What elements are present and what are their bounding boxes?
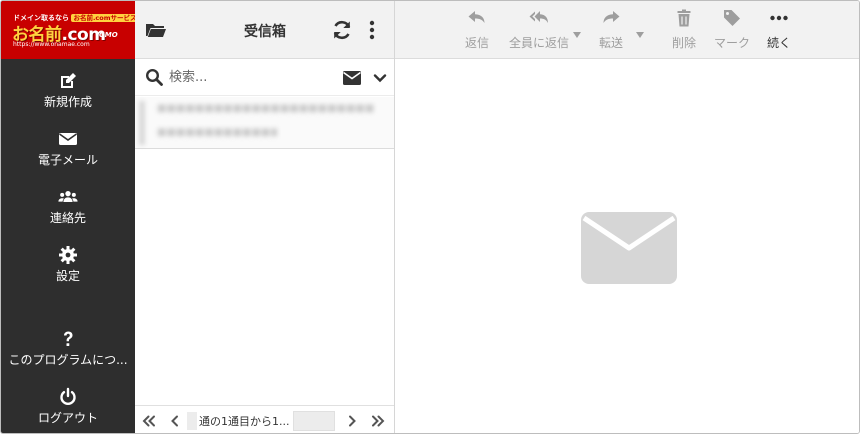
reply-all-icon bbox=[503, 9, 575, 31]
search-input[interactable] bbox=[169, 66, 329, 88]
previous-page-icon[interactable] bbox=[167, 414, 183, 428]
message-list-panel: 受信箱 ■■■■■■■■■■■■■■■■■■■■■■■■■■■ ■■■■■ bbox=[135, 1, 395, 433]
mark-button[interactable]: マーク bbox=[709, 1, 755, 59]
more-vertical-icon[interactable] bbox=[367, 19, 377, 41]
compose-icon bbox=[1, 71, 135, 93]
tag-icon bbox=[709, 9, 755, 31]
sidebar: ドメイン取るなら お名前.comサービス お名前.com https://www… bbox=[1, 1, 139, 433]
reply-button[interactable]: 返信 bbox=[459, 1, 495, 59]
folder-icon[interactable] bbox=[145, 20, 167, 40]
blurred-region: ■■■■■■■■■■■■■ bbox=[157, 127, 277, 138]
trash-icon bbox=[665, 9, 703, 31]
pager-text: 通の1通目から1... bbox=[199, 415, 290, 428]
power-icon bbox=[1, 387, 135, 409]
search-icon bbox=[145, 68, 163, 86]
blurred-region bbox=[139, 101, 145, 145]
sidebar-item-label: 設定 bbox=[55, 269, 80, 283]
gmo-logo: GMO bbox=[99, 31, 118, 39]
message-list-item[interactable]: ■■■■■■■■■■■■■■■■■■■■■■■■■■■ ■■■■■■■■■■■■… bbox=[135, 97, 394, 149]
last-page-icon[interactable] bbox=[370, 414, 386, 428]
mailbox-header: 受信箱 bbox=[135, 1, 394, 59]
message-toolbar: 返信 全員に返信 転送 削除 マーク 続く bbox=[395, 1, 859, 59]
reply-all-button[interactable]: 全員に返信 bbox=[503, 1, 575, 59]
contacts-icon bbox=[1, 187, 135, 209]
sidebar-item-label: 電子メール bbox=[37, 153, 98, 167]
forward-icon bbox=[593, 9, 629, 31]
sidebar-item-label: 新規作成 bbox=[43, 95, 92, 109]
blurred-region bbox=[187, 412, 197, 430]
sidebar-item-about[interactable]: このプログラムにつ... bbox=[1, 321, 135, 377]
sidebar-item-settings[interactable]: 設定 bbox=[1, 237, 135, 293]
blurred-region: ■■■■■■■■■■■■■■■■■■■■■■■■■■■ bbox=[157, 103, 375, 114]
more-horizontal-icon bbox=[761, 9, 797, 31]
refresh-icon[interactable] bbox=[331, 19, 353, 41]
reply-icon bbox=[459, 9, 495, 31]
search-bar bbox=[135, 60, 394, 96]
forward-dropdown-icon[interactable] bbox=[636, 27, 644, 38]
pagination: 通の1通目から1... bbox=[135, 405, 394, 433]
mail-app-window: ドメイン取るなら お名前.comサービス お名前.com https://www… bbox=[0, 0, 860, 434]
delete-button[interactable]: 削除 bbox=[665, 1, 703, 59]
question-icon bbox=[1, 329, 135, 351]
sidebar-item-mail[interactable]: 電子メール bbox=[1, 121, 135, 177]
first-page-icon[interactable] bbox=[141, 414, 157, 428]
sidebar-item-label: ログアウト bbox=[37, 411, 98, 425]
reply-all-dropdown-icon[interactable] bbox=[573, 27, 581, 38]
chevron-down-icon[interactable] bbox=[373, 71, 387, 85]
envelope-icon[interactable] bbox=[342, 70, 362, 86]
sidebar-item-compose[interactable]: 新規作成 bbox=[1, 63, 135, 119]
gear-icon bbox=[1, 245, 135, 267]
page-number-input[interactable] bbox=[293, 411, 335, 431]
empty-message-envelope-icon bbox=[581, 212, 677, 284]
sidebar-item-logout[interactable]: ログアウト bbox=[1, 379, 135, 433]
sidebar-item-contacts[interactable]: 連絡先 bbox=[1, 179, 135, 235]
brand-url: https://www.onamae.com bbox=[13, 41, 90, 48]
more-button[interactable]: 続く bbox=[761, 1, 797, 59]
mailbox-title: 受信箱 bbox=[244, 24, 286, 40]
next-page-icon[interactable] bbox=[344, 414, 360, 428]
message-preview-panel: 返信 全員に返信 転送 削除 マーク 続く bbox=[395, 1, 859, 433]
sidebar-item-label: このプログラムにつ... bbox=[8, 353, 128, 367]
envelope-icon bbox=[1, 129, 135, 151]
forward-button[interactable]: 転送 bbox=[593, 1, 629, 59]
brand-logo[interactable]: ドメイン取るなら お名前.comサービス お名前.com https://www… bbox=[1, 1, 139, 59]
sidebar-item-label: 連絡先 bbox=[49, 211, 86, 225]
